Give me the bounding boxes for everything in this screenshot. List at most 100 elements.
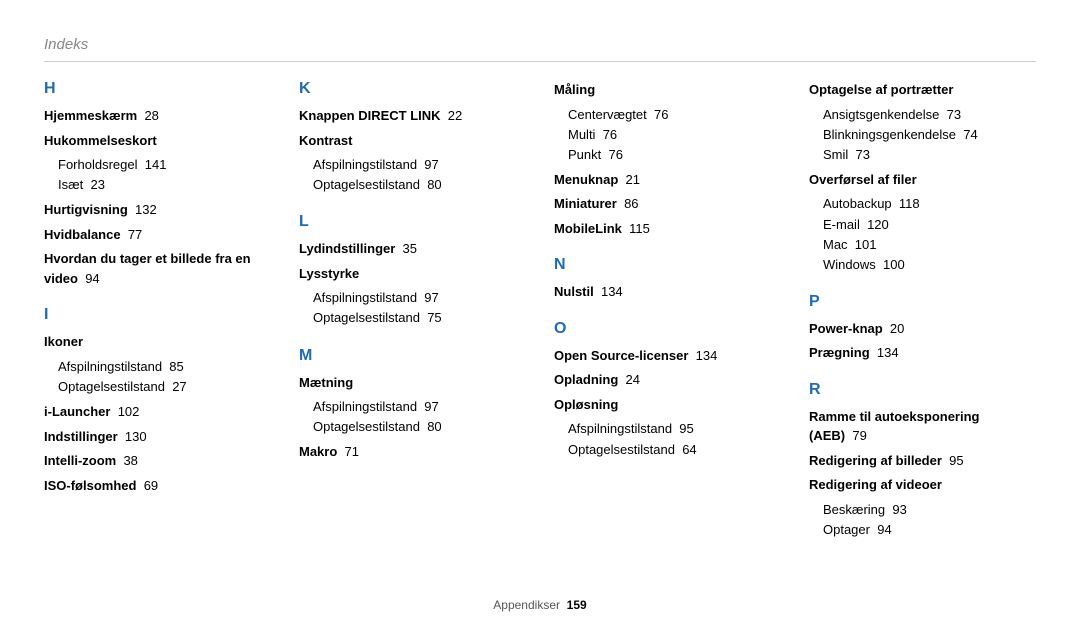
entry-page: 94: [85, 271, 99, 286]
index-subentry[interactable]: Isæt 23: [58, 175, 271, 195]
entry-page: 77: [128, 227, 142, 242]
index-subentry[interactable]: Afspilningstilstand 97: [313, 397, 526, 417]
index-entry[interactable]: Hjemmeskærm 28: [44, 106, 271, 126]
index-entry[interactable]: Power-knap 20: [809, 319, 1036, 339]
entry-page: 35: [403, 241, 417, 256]
entry-label: Redigering af billeder: [809, 453, 942, 468]
index-entry[interactable]: Hvordan du tager et billede fra en video…: [44, 249, 271, 288]
index-entry[interactable]: Optagelse af portrætter: [809, 80, 1036, 100]
subentry-label: Blinkningsgenkendelse: [823, 127, 956, 142]
index-entry[interactable]: Open Source-licenser 134: [554, 346, 781, 366]
index-entry[interactable]: Ikoner: [44, 332, 271, 352]
index-subentry[interactable]: Blinkningsgenkendelse 74: [823, 125, 1036, 145]
index-entry[interactable]: Menuknap 21: [554, 170, 781, 190]
index-subentry[interactable]: Centervægtet 76: [568, 105, 781, 125]
index-subentry[interactable]: Mac 101: [823, 235, 1036, 255]
index-entry[interactable]: Hukommelseskort: [44, 131, 271, 151]
index-entry[interactable]: Opladning 24: [554, 370, 781, 390]
index-entry[interactable]: Prægning 134: [809, 343, 1036, 363]
subentry-page: 97: [424, 290, 438, 305]
index-subentry[interactable]: Afspilningstilstand 95: [568, 419, 781, 439]
entry-page: 115: [629, 221, 650, 236]
index-subentry[interactable]: Optagelsestilstand 64: [568, 440, 781, 460]
entry-label: Redigering af videoer: [809, 477, 942, 492]
index-subentry[interactable]: Optagelsestilstand 27: [58, 377, 271, 397]
entry-label: Måling: [554, 82, 595, 97]
entry-label: Hvordan du tager et billede fra en video: [44, 251, 251, 286]
index-subentry[interactable]: Afspilningstilstand 97: [313, 288, 526, 308]
entry-page: 38: [123, 453, 137, 468]
subentry-label: Mac: [823, 237, 848, 252]
column: KKnappen DIRECT LINK 22KontrastAfspilnin…: [299, 80, 526, 545]
subentry-label: Optagelsestilstand: [313, 177, 420, 192]
index-subentry[interactable]: Forholdsregel 141: [58, 155, 271, 175]
entry-label: Opløsning: [554, 397, 618, 412]
index-entry[interactable]: Mætning: [299, 373, 526, 393]
index-subentry[interactable]: Autobackup 118: [823, 194, 1036, 214]
index-entry[interactable]: Hvidbalance 77: [44, 225, 271, 245]
index-subentry[interactable]: Punkt 76: [568, 145, 781, 165]
index-subentry[interactable]: Smil 73: [823, 145, 1036, 165]
entry-label: ISO-følsomhed: [44, 478, 136, 493]
index-entry[interactable]: Knappen DIRECT LINK 22: [299, 106, 526, 126]
index-subentry[interactable]: Optagelsestilstand 80: [313, 417, 526, 437]
entry-page: 69: [144, 478, 158, 493]
subentry-label: Afspilningstilstand: [568, 421, 672, 436]
subentry-label: Afspilningstilstand: [313, 290, 417, 305]
index-entry[interactable]: ISO-følsomhed 69: [44, 476, 271, 496]
index-entry[interactable]: Miniaturer 86: [554, 194, 781, 214]
index-entry[interactable]: Redigering af billeder 95: [809, 451, 1036, 471]
subentry-label: Centervægtet: [568, 107, 647, 122]
index-entry[interactable]: Overførsel af filer: [809, 170, 1036, 190]
index-entry[interactable]: Ramme til autoeksponering (AEB) 79: [809, 407, 1036, 446]
subentry-label: Beskæring: [823, 502, 885, 517]
index-subentry[interactable]: Afspilningstilstand 97: [313, 155, 526, 175]
index-entry[interactable]: Måling: [554, 80, 781, 100]
subentry-label: Optagelsestilstand: [313, 310, 420, 325]
letter-heading: I: [44, 306, 271, 324]
subentry-label: Afspilningstilstand: [313, 157, 417, 172]
subentry-page: 85: [169, 359, 183, 374]
subentry-label: Ansigtsgenkendelse: [823, 107, 939, 122]
entry-label: Hjemmeskærm: [44, 108, 137, 123]
index-entry[interactable]: Kontrast: [299, 131, 526, 151]
index-subentry[interactable]: Windows 100: [823, 255, 1036, 275]
subentry-label: Afspilningstilstand: [313, 399, 417, 414]
subentry-page: 118: [899, 196, 920, 211]
subentry-label: Afspilningstilstand: [58, 359, 162, 374]
entry-label: Nulstil: [554, 284, 594, 299]
index-entry[interactable]: Lysstyrke: [299, 264, 526, 284]
subentry-page: 23: [91, 177, 105, 192]
entry-label: Hurtigvisning: [44, 202, 128, 217]
entry-page: 71: [345, 444, 359, 459]
subentry-page: 74: [963, 127, 977, 142]
index-entry[interactable]: Lydindstillinger 35: [299, 239, 526, 259]
index-subentry[interactable]: Multi 76: [568, 125, 781, 145]
index-subentry[interactable]: Optager 94: [823, 520, 1036, 540]
index-subentry[interactable]: Beskæring 93: [823, 500, 1036, 520]
index-subentry[interactable]: Ansigtsgenkendelse 73: [823, 105, 1036, 125]
entry-label: Lysstyrke: [299, 266, 359, 281]
index-entry[interactable]: Nulstil 134: [554, 282, 781, 302]
footer-label: Appendikser: [493, 598, 560, 612]
index-subentry[interactable]: Optagelsestilstand 75: [313, 308, 526, 328]
subentry-page: 95: [679, 421, 693, 436]
index-entry[interactable]: Hurtigvisning 132: [44, 200, 271, 220]
entry-page: 130: [125, 429, 147, 444]
entry-label: Prægning: [809, 345, 870, 360]
index-subentry[interactable]: Afspilningstilstand 85: [58, 357, 271, 377]
index-subentry[interactable]: E-mail 120: [823, 215, 1036, 235]
letter-heading: N: [554, 256, 781, 274]
subentries: Afspilningstilstand 85Optagelsestilstand…: [44, 357, 271, 397]
index-entry[interactable]: Makro 71: [299, 442, 526, 462]
subentry-label: Windows: [823, 257, 876, 272]
index-entry[interactable]: i-Launcher 102: [44, 402, 271, 422]
subentries: Afspilningstilstand 97Optagelsestilstand…: [299, 397, 526, 437]
index-subentry[interactable]: Optagelsestilstand 80: [313, 175, 526, 195]
index-entry[interactable]: Redigering af videoer: [809, 475, 1036, 495]
index-entry[interactable]: Intelli-zoom 38: [44, 451, 271, 471]
index-entry[interactable]: Opløsning: [554, 395, 781, 415]
index-entry[interactable]: Indstillinger 130: [44, 427, 271, 447]
entry-label: Hvidbalance: [44, 227, 121, 242]
index-entry[interactable]: MobileLink 115: [554, 219, 781, 239]
